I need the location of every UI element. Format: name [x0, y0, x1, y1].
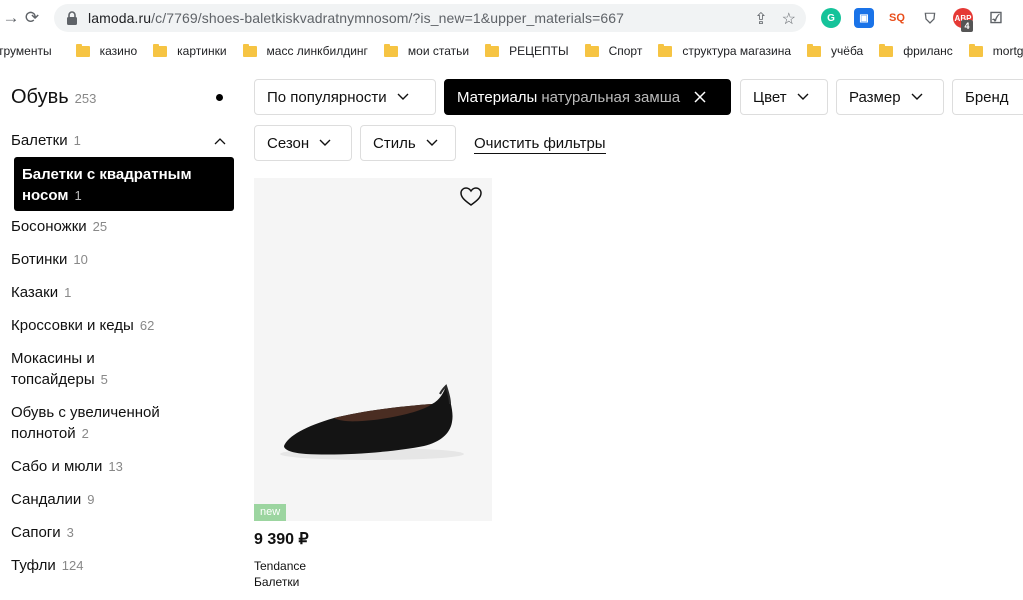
reader-extension-icon[interactable]: ▣ [854, 8, 874, 28]
category-item-baletki[interactable]: Балетки 1 [11, 130, 81, 151]
checkbox-extension-icon[interactable]: ☑ [986, 8, 1006, 28]
product-price: 9 390 ₽ [254, 531, 309, 548]
category-title: Обувь 253 [11, 86, 97, 108]
category-item[interactable]: Мокасины и топсайдеры 5 [11, 348, 108, 390]
new-badge: new [254, 504, 287, 521]
bookmark-item[interactable]: РЕЦЕПТЫ [485, 43, 569, 58]
bookmark-item[interactable]: Спорт [584, 43, 642, 58]
bookmark-item[interactable]: структура магазина [658, 43, 791, 58]
chevron-down-icon [797, 93, 809, 100]
category-item[interactable]: Обувь с увеличенной полнотой 2 [11, 402, 160, 444]
chevron-down-icon [911, 93, 923, 100]
category-item[interactable]: Сабо и мюли 13 [11, 456, 123, 477]
category-item[interactable]: Босоножки 25 [11, 216, 107, 237]
folder-icon [383, 43, 398, 57]
bookmark-item[interactable]: картинки [153, 43, 227, 58]
folder-icon [658, 43, 673, 57]
size-filter[interactable]: Размер [836, 79, 944, 115]
style-filter[interactable]: Стиль [360, 125, 456, 161]
folder-icon [968, 43, 983, 57]
chevron-down-icon [319, 139, 331, 146]
season-filter[interactable]: Сезон [254, 125, 352, 161]
bookmark-item[interactable]: мои статьи [383, 43, 469, 58]
product-image[interactable] [254, 178, 492, 521]
shield-icon[interactable]: ⛉ [920, 8, 940, 28]
grammarly-icon[interactable]: G [821, 8, 841, 28]
category-item[interactable]: Туфли 124 [11, 555, 84, 576]
share-icon[interactable]: ⇪ [754, 9, 767, 29]
category-item[interactable]: Ботинки 10 [11, 249, 88, 270]
folder-icon [879, 43, 894, 57]
folder-icon [75, 43, 90, 57]
materials-filter-active[interactable]: Материалы натуральная замша [444, 79, 731, 115]
folder-icon [153, 43, 168, 57]
sort-dropdown[interactable]: По популярности [254, 79, 436, 115]
bookmark-item[interactable]: масс линкбилдинг [242, 43, 368, 58]
reload-icon[interactable]: ⟳ [21, 7, 43, 29]
bookmark-item[interactable]: фриланс [879, 43, 953, 58]
ballet-flat-shoe-image [280, 384, 464, 460]
bookmarks-bar: трументы казино картинки масс линкбилдин… [0, 38, 1023, 64]
category-item[interactable]: Сапоги 3 [11, 522, 74, 543]
chevron-down-icon [426, 139, 438, 146]
bookmark-item[interactable]: казино [75, 43, 137, 58]
brand-filter[interactable]: Бренд [952, 79, 1023, 115]
bookmark-item[interactable]: учёба [807, 43, 863, 58]
subcategory-selected[interactable]: Балетки с квадратным носом 1 [14, 157, 234, 211]
folder-icon [485, 43, 500, 57]
extension-badge: 4 [961, 20, 973, 32]
seoquake-icon[interactable]: SQ [887, 8, 907, 28]
bookmark-star-icon[interactable]: ☆ [782, 9, 796, 29]
address-bar[interactable]: lamoda.ru/c/7769/shoes-baletkiskvadratny… [54, 4, 806, 32]
category-item[interactable]: Казаки 1 [11, 282, 71, 303]
forward-icon[interactable]: → [0, 7, 22, 29]
folder-icon [242, 43, 257, 57]
dot-icon [216, 94, 223, 101]
product-type[interactable]: Балетки [254, 575, 299, 589]
product-brand[interactable]: Tendance [254, 559, 306, 573]
url-text: lamoda.ru/c/7769/shoes-baletkiskvadratny… [88, 10, 625, 26]
category-item[interactable]: Сандалии 9 [11, 489, 94, 510]
close-icon[interactable] [694, 91, 706, 103]
category-item[interactable]: Кроссовки и кеды 62 [11, 315, 154, 336]
bookmark-item[interactable]: трументы [0, 44, 52, 58]
folder-icon [584, 43, 599, 57]
heart-icon[interactable] [460, 187, 482, 207]
browser-toolbar: → ⟳ lamoda.ru/c/7769/shoes-baletkiskvadr… [0, 0, 1023, 36]
clear-filters-link[interactable]: Очистить фильтры [474, 135, 606, 154]
color-filter[interactable]: Цвет [740, 79, 828, 115]
bookmark-item[interactable]: mortgage [968, 43, 1023, 58]
lock-icon [67, 11, 77, 25]
chevron-up-icon[interactable] [214, 136, 226, 148]
chevron-down-icon [397, 93, 409, 100]
folder-icon [807, 43, 822, 57]
